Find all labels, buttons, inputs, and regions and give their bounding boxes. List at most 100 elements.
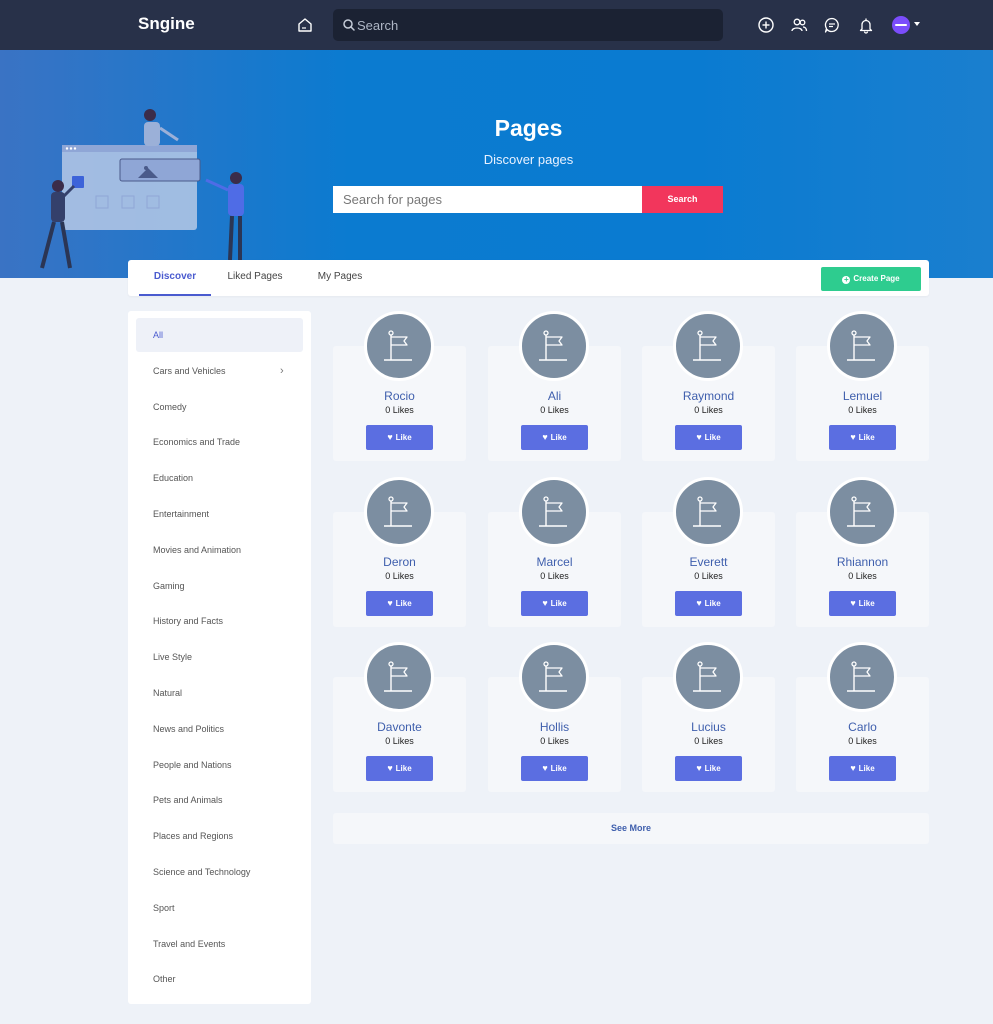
like-button[interactable]: ♥ Like [366,756,433,781]
page-avatar[interactable] [364,311,434,381]
page-name[interactable]: Lemuel [796,389,929,403]
page-likes-count: 0 Likes [540,736,569,746]
page-name[interactable]: Hollis [488,720,621,734]
sidebar-category-item[interactable]: Pets and Animals [136,783,303,817]
like-button[interactable]: ♥ Like [675,591,742,616]
page-avatar[interactable] [519,311,589,381]
create-page-button[interactable]: + Create Page [821,267,921,291]
flag-icon [384,661,412,692]
like-button[interactable]: ♥ Like [675,756,742,781]
heart-icon: ♥ [696,598,702,608]
like-button[interactable]: ♥ Like [829,425,896,450]
sidebar-category-item[interactable]: Travel and Events [136,927,303,961]
heart-icon: ♥ [387,763,393,773]
page-name[interactable]: Rhiannon [796,555,929,569]
page-avatar[interactable] [673,477,743,547]
page-name[interactable]: Marcel [488,555,621,569]
page-name[interactable]: Carlo [796,720,929,734]
home-icon[interactable] [296,16,314,34]
page-avatar[interactable] [519,642,589,712]
like-button[interactable]: ♥ Like [521,591,588,616]
sidebar-category-item[interactable]: Economics and Trade [136,425,303,459]
like-button-label: Like [858,433,875,442]
sidebar-category-item[interactable]: Cars and Vehicles › [136,354,303,388]
page-likes-count: 0 Likes [848,736,877,746]
sidebar-category-label: Pets and Animals [153,795,223,806]
like-button[interactable]: ♥ Like [521,425,588,450]
flag-icon [847,330,875,361]
page-title: Pages [494,115,563,141]
sidebar-category-item[interactable]: Comedy [136,390,303,424]
page-name[interactable]: Everett [642,555,775,569]
like-button[interactable]: ♥ Like [521,756,588,781]
page-avatar[interactable] [519,477,589,547]
sidebar-category-item[interactable]: Entertainment [136,497,303,531]
like-button[interactable]: ♥ Like [829,756,896,781]
sidebar-category-label: Live Style [153,652,193,663]
page-avatar[interactable] [364,642,434,712]
flag-icon [539,496,567,527]
like-button[interactable]: ♥ Like [675,425,742,450]
sidebar-category-label: History and Facts [153,616,224,627]
like-button-label: Like [395,764,412,773]
sidebar-category-item[interactable]: History and Facts [136,604,303,638]
sidebar-category-item[interactable]: All [136,318,303,352]
sidebar-category-item[interactable]: Places and Regions [136,819,303,853]
page-name[interactable]: Ali [488,389,621,403]
page-avatar[interactable] [364,477,434,547]
page-likes-count: 0 Likes [385,571,414,581]
like-button[interactable]: ♥ Like [366,591,433,616]
like-button-label: Like [704,764,721,773]
heart-icon: ♥ [542,763,548,773]
sidebar-category-item[interactable]: Gaming [136,569,303,603]
sidebar-category-label: All [153,330,164,340]
tab-discover[interactable]: Discover [139,260,211,296]
like-button[interactable]: ♥ Like [366,425,433,450]
chevron-down-icon[interactable] [914,22,920,26]
chevron-right-icon: › [280,364,284,377]
tab-my-pages[interactable]: My Pages [308,260,372,296]
sidebar-category-item[interactable]: Movies and Animation [136,533,303,567]
see-more-button[interactable]: See More [333,813,929,844]
friends-icon[interactable] [790,16,808,34]
page-likes-count: 0 Likes [385,736,414,746]
page-name[interactable]: Rocio [333,389,466,403]
page-avatar[interactable] [827,311,897,381]
global-search-input[interactable] [357,9,717,41]
page-avatar[interactable] [827,477,897,547]
sidebar-category-label: Movies and Animation [153,544,242,555]
pages-search-input[interactable] [333,186,642,213]
flag-icon [693,330,721,361]
tab-liked-pages[interactable]: Liked Pages [221,260,289,296]
heart-icon: ♥ [387,432,393,442]
notifications-bell-icon[interactable] [857,16,875,34]
sidebar-category-item[interactable]: News and Politics [136,712,303,746]
page-avatar[interactable] [673,642,743,712]
sidebar-category-item[interactable]: Science and Technology [136,855,303,889]
user-avatar[interactable] [892,16,910,34]
sidebar-category-item[interactable]: People and Nations [136,748,303,782]
page-avatar[interactable] [827,642,897,712]
page-name[interactable]: Raymond [642,389,775,403]
page-name[interactable]: Deron [333,555,466,569]
heart-icon: ♥ [696,432,702,442]
add-circle-icon[interactable] [757,16,775,34]
site-logo[interactable]: Sngine [138,14,195,34]
pages-search-button[interactable]: Search [642,186,723,213]
sidebar-category-item[interactable]: Other [136,962,303,996]
page-name[interactable]: Davonte [333,720,466,734]
page-name[interactable]: Lucius [642,720,775,734]
messages-icon[interactable] [823,16,841,34]
sidebar-category-item[interactable]: Natural [136,676,303,710]
sidebar-category-label: Other [153,974,176,985]
sidebar-category-label: Economics and Trade [153,437,241,448]
sidebar-category-item[interactable]: Sport [136,891,303,925]
heart-icon: ♥ [387,598,393,608]
like-button[interactable]: ♥ Like [829,591,896,616]
sidebar-category-item[interactable]: Education [136,461,303,495]
sidebar-category-label: Science and Technology [153,867,251,877]
sidebar-category-item[interactable]: Live Style [136,640,303,674]
page-avatar[interactable] [673,311,743,381]
page-likes-count: 0 Likes [540,571,569,581]
global-search [333,9,723,41]
